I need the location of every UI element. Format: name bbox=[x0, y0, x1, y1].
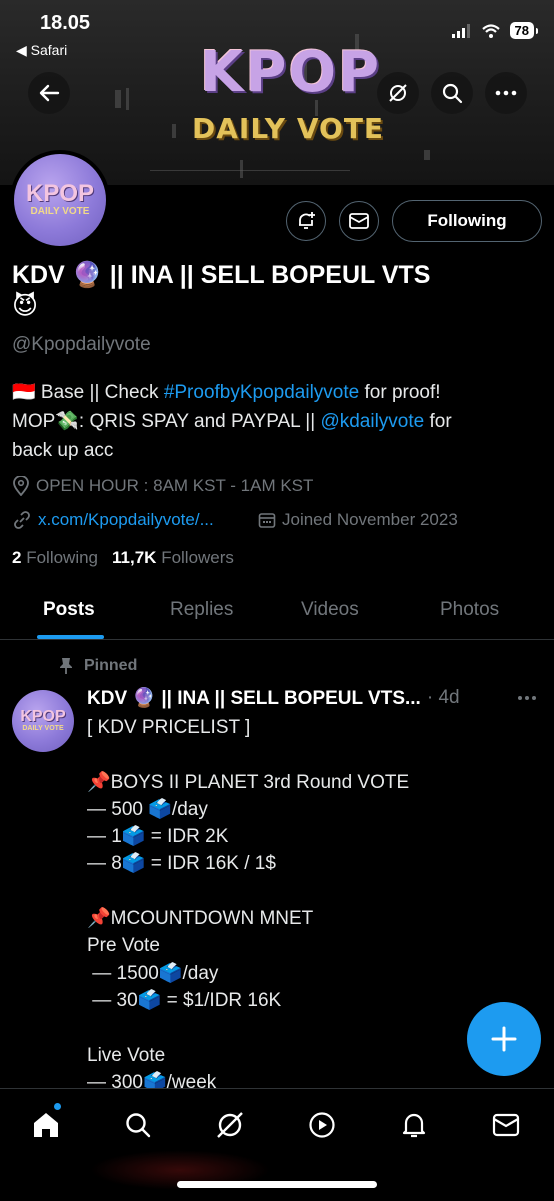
follow-stats: 2 Following 11,7K Followers bbox=[12, 548, 234, 568]
profile-tabs: Posts Replies Videos Photos bbox=[0, 585, 554, 640]
tab-posts[interactable]: Posts bbox=[43, 599, 95, 621]
search-icon bbox=[126, 1113, 151, 1138]
signal-icon bbox=[451, 23, 470, 38]
status-time: 18.05 bbox=[40, 12, 91, 34]
profile-bio: 🇮🇩 Base || Check #ProofbyKpopdailyvote f… bbox=[12, 378, 542, 465]
grok-icon bbox=[217, 1112, 243, 1138]
followers-stat[interactable]: 11,7K Followers bbox=[112, 548, 234, 568]
search-icon bbox=[442, 83, 463, 104]
more-icon bbox=[518, 696, 536, 700]
post-line: — 1🗳️ = IDR 2K bbox=[87, 826, 229, 848]
back-arrow-icon bbox=[39, 84, 60, 102]
post-line: — 8🗳️ = IDR 16K / 1$ bbox=[87, 853, 276, 875]
following-button[interactable]: Following bbox=[392, 200, 542, 242]
followers-count: 11,7K bbox=[112, 548, 157, 567]
link-icon bbox=[14, 511, 30, 529]
post-author-avatar[interactable]: KPOP DAILY VOTE bbox=[12, 690, 74, 752]
display-name: KDV 🔮 || INA || SELL BOPEUL VTS 😈 bbox=[12, 260, 542, 322]
notifications-icon bbox=[402, 1113, 426, 1138]
post-header: KDV 🔮 || INA || SELL BOPEUL VTS... · 4d bbox=[87, 686, 460, 710]
back-button[interactable] bbox=[28, 72, 70, 114]
envelope-icon bbox=[349, 213, 369, 229]
bell-plus-icon bbox=[299, 212, 315, 229]
calendar-icon bbox=[258, 513, 276, 528]
post-line: Pre Vote bbox=[87, 935, 160, 957]
mention-link[interactable]: @kdailyvote bbox=[320, 411, 424, 432]
back-app-label: Safari bbox=[30, 42, 68, 58]
post-line: — 500 🗳️/day bbox=[87, 798, 208, 820]
post-line bbox=[87, 741, 537, 768]
website-link[interactable]: x.com/Kpopdailyvote/... bbox=[38, 510, 214, 530]
post-avatar-logo-main: KPOP bbox=[20, 707, 66, 725]
grok-icon bbox=[389, 84, 407, 102]
bio-text-suffix: for proof! bbox=[359, 382, 441, 403]
post-more-button[interactable] bbox=[517, 684, 537, 707]
following-stat[interactable]: 2 Following bbox=[12, 548, 98, 568]
search-button[interactable] bbox=[431, 72, 473, 114]
profile-joined: Joined November 2023 bbox=[258, 510, 458, 530]
pinned-label: Pinned bbox=[58, 657, 137, 675]
post-avatar-logo-sub: DAILY VOTE bbox=[22, 724, 64, 732]
bio-payment-text: MOP💸: QRIS SPAY and PAYPAL || bbox=[12, 411, 321, 432]
avatar-logo-main: KPOP bbox=[25, 180, 94, 207]
tab-videos[interactable]: Videos bbox=[301, 599, 359, 621]
messages-icon bbox=[492, 1113, 520, 1137]
location-pin-icon bbox=[13, 476, 29, 496]
following-label: Following bbox=[26, 548, 99, 567]
profile-avatar[interactable]: KPOP DAILY VOTE bbox=[10, 150, 110, 250]
nav-video[interactable] bbox=[302, 1105, 342, 1145]
profile-website: x.com/Kpopdailyvote/... bbox=[12, 510, 214, 530]
avatar-logo-sub: DAILY VOTE bbox=[30, 206, 90, 217]
status-indicators: 78 bbox=[451, 22, 539, 39]
video-icon bbox=[309, 1112, 335, 1138]
post-line: [ KDV PRICELIST ] bbox=[87, 717, 251, 738]
active-tab-indicator bbox=[37, 635, 104, 639]
home-notification-dot bbox=[54, 1103, 61, 1110]
bio-line2-suffix: for bbox=[424, 411, 452, 432]
display-name-line1: KDV 🔮 || INA || SELL BOPEUL VTS bbox=[12, 261, 431, 289]
notifications-subscribe-button[interactable] bbox=[286, 201, 326, 241]
banner-logo-main: KPOP bbox=[200, 40, 382, 105]
bio-line3: back up acc bbox=[12, 440, 114, 461]
nav-messages[interactable] bbox=[486, 1105, 526, 1145]
post-line bbox=[87, 878, 537, 905]
post-time[interactable]: · 4d bbox=[427, 687, 460, 709]
wifi-icon bbox=[481, 23, 500, 38]
post-line: 📌BOYS II PLANET 3rd Round VOTE bbox=[87, 771, 410, 793]
nav-home[interactable] bbox=[26, 1105, 66, 1145]
display-name-line2: 😈 bbox=[12, 292, 39, 320]
back-to-safari[interactable]: ◀ Safari bbox=[16, 42, 67, 59]
joined-text: Joined November 2023 bbox=[282, 510, 458, 529]
post-line: — 1500🗳️/day bbox=[87, 962, 219, 984]
pinned-text: Pinned bbox=[84, 657, 138, 674]
location-text: OPEN HOUR : 8AM KST - 1AM KST bbox=[36, 476, 314, 495]
post-author-name[interactable]: KDV 🔮 || INA || SELL BOPEUL VTS... bbox=[87, 686, 421, 710]
tab-photos[interactable]: Photos bbox=[440, 599, 499, 621]
grok-button[interactable] bbox=[377, 72, 419, 114]
more-options-button[interactable] bbox=[485, 72, 527, 114]
battery-indicator: 78 bbox=[509, 22, 539, 39]
following-count: 2 bbox=[12, 548, 22, 567]
nav-notifications[interactable] bbox=[394, 1105, 434, 1145]
user-handle: @Kpopdailyvote bbox=[12, 334, 151, 355]
bio-text: 🇮🇩 Base || Check bbox=[12, 382, 164, 403]
plus-icon bbox=[491, 1026, 517, 1052]
pin-icon bbox=[60, 658, 72, 674]
profile-location: OPEN HOUR : 8AM KST - 1AM KST bbox=[12, 476, 313, 496]
nav-search[interactable] bbox=[118, 1105, 158, 1145]
more-icon bbox=[495, 90, 517, 96]
nav-grok[interactable] bbox=[210, 1105, 250, 1145]
compose-post-button[interactable] bbox=[467, 1002, 541, 1076]
hashtag-link[interactable]: #ProofbyKpopdailyvote bbox=[164, 382, 359, 403]
message-button[interactable] bbox=[339, 201, 379, 241]
tab-replies[interactable]: Replies bbox=[170, 599, 233, 621]
post-line: — 30🗳️ = $1/IDR 16K bbox=[87, 989, 282, 1011]
home-icon bbox=[34, 1113, 58, 1137]
post-line: 📌MCOUNTDOWN MNET bbox=[87, 908, 314, 930]
home-indicator[interactable] bbox=[177, 1181, 377, 1188]
followers-label: Followers bbox=[161, 548, 234, 567]
banner-logo-sub: DAILY VOTE bbox=[192, 112, 385, 145]
